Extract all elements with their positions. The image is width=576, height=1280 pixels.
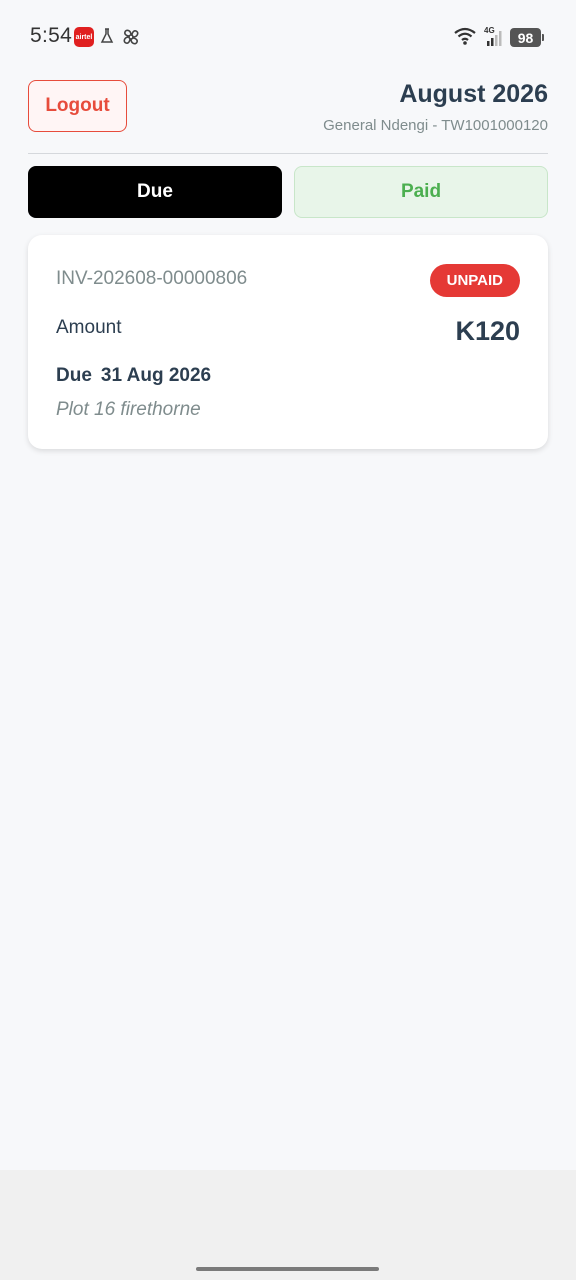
amount-value: K120 — [455, 316, 520, 346]
account-info: General Ndengi - TW1001000120 — [323, 117, 548, 134]
invoice-number: INV-202608-00000806 — [56, 268, 248, 289]
pinwheel-icon — [123, 29, 139, 45]
network-type-label: 4G — [484, 26, 495, 35]
battery-icon: 98 — [510, 28, 544, 47]
wifi-icon — [454, 27, 476, 45]
due-label: Due — [56, 365, 92, 386]
due-date-line: Due 31 Aug 2026 — [56, 365, 211, 387]
due-date: 31 Aug 2026 — [100, 365, 212, 386]
cellular-signal-icon: 4G — [484, 26, 502, 46]
home-indicator[interactable] — [196, 1267, 379, 1271]
airtel-app-icon: airtel — [74, 27, 94, 47]
page-title: August 2026 — [399, 80, 548, 108]
status-badge: UNPAID — [429, 264, 520, 297]
tab-due[interactable]: Due — [28, 166, 282, 218]
amount-label: Amount — [56, 317, 122, 338]
status-time: 5:54 — [30, 24, 73, 47]
airtel-app-icon-text: airtel — [75, 33, 93, 41]
navigation-bar — [0, 1170, 576, 1280]
status-bar: 5:54 airtel 4G 98 — [0, 0, 576, 74]
tab-paid[interactable]: Paid — [294, 166, 548, 218]
logout-button[interactable]: Logout — [28, 80, 127, 132]
invoice-card[interactable]: INV-202608-00000806 UNPAID Amount K120 D… — [28, 235, 548, 449]
header-divider — [28, 153, 548, 154]
flask-icon — [100, 28, 114, 43]
plot-description: Plot 16 firethorne — [56, 399, 201, 420]
battery-level: 98 — [510, 28, 541, 47]
